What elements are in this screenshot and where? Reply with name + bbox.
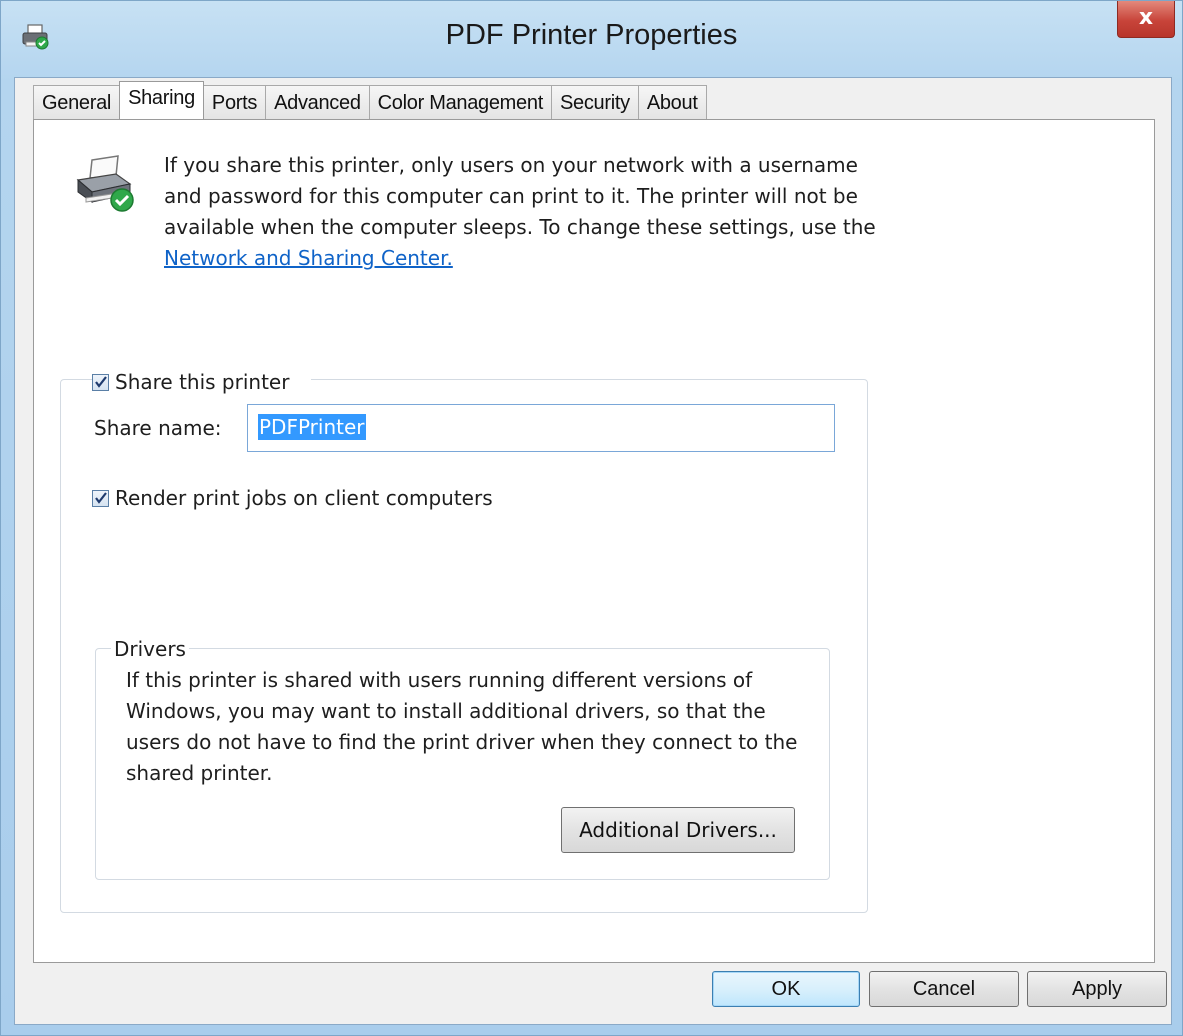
tab-general[interactable]: General <box>33 85 121 119</box>
share-printer-option[interactable]: Share this printer <box>92 370 312 394</box>
cancel-button[interactable]: Cancel <box>869 971 1019 1007</box>
tab-security[interactable]: Security <box>550 85 639 119</box>
ok-button[interactable]: OK <box>712 971 860 1007</box>
apply-button[interactable]: Apply <box>1027 971 1167 1007</box>
title-bar[interactable]: PDF Printer Properties x <box>1 1 1182 77</box>
drivers-legend: Drivers <box>111 637 189 661</box>
printer-shared-icon <box>72 154 136 218</box>
additional-drivers-button[interactable]: Additional Drivers... <box>561 807 795 853</box>
properties-window: PDF Printer Properties x General Sharing… <box>0 0 1183 1036</box>
sharing-info-body: If you share this printer, only users on… <box>164 153 876 239</box>
tab-color-management[interactable]: Color Management <box>368 85 552 119</box>
sharing-tab-panel: If you share this printer, only users on… <box>33 119 1155 963</box>
share-printer-checkbox[interactable] <box>92 374 109 391</box>
network-sharing-center-link[interactable]: Network and Sharing Center. <box>164 246 453 270</box>
close-button[interactable]: x <box>1117 1 1175 38</box>
tab-advanced[interactable]: Advanced <box>265 85 370 119</box>
render-jobs-option[interactable]: Render print jobs on client computers <box>92 486 493 510</box>
share-name-input[interactable]: PDFPrinter <box>247 404 835 452</box>
window-title: PDF Printer Properties <box>445 19 738 51</box>
tab-strip: General Sharing Ports Advanced Color Man… <box>33 81 707 119</box>
sharing-info-text: If you share this printer, only users on… <box>164 150 894 274</box>
drivers-info-text: If this printer is shared with users run… <box>126 668 798 785</box>
share-name-value: PDFPrinter <box>258 414 366 440</box>
tab-sharing[interactable]: Sharing <box>119 81 204 119</box>
dialog-client: General Sharing Ports Advanced Color Man… <box>14 77 1172 1025</box>
share-name-label: Share name: <box>94 416 222 440</box>
tab-about[interactable]: About <box>637 85 707 119</box>
render-jobs-checkbox[interactable] <box>92 490 109 507</box>
tab-ports[interactable]: Ports <box>202 85 267 119</box>
render-jobs-label: Render print jobs on client computers <box>115 486 493 510</box>
share-printer-label: Share this printer <box>115 370 290 394</box>
